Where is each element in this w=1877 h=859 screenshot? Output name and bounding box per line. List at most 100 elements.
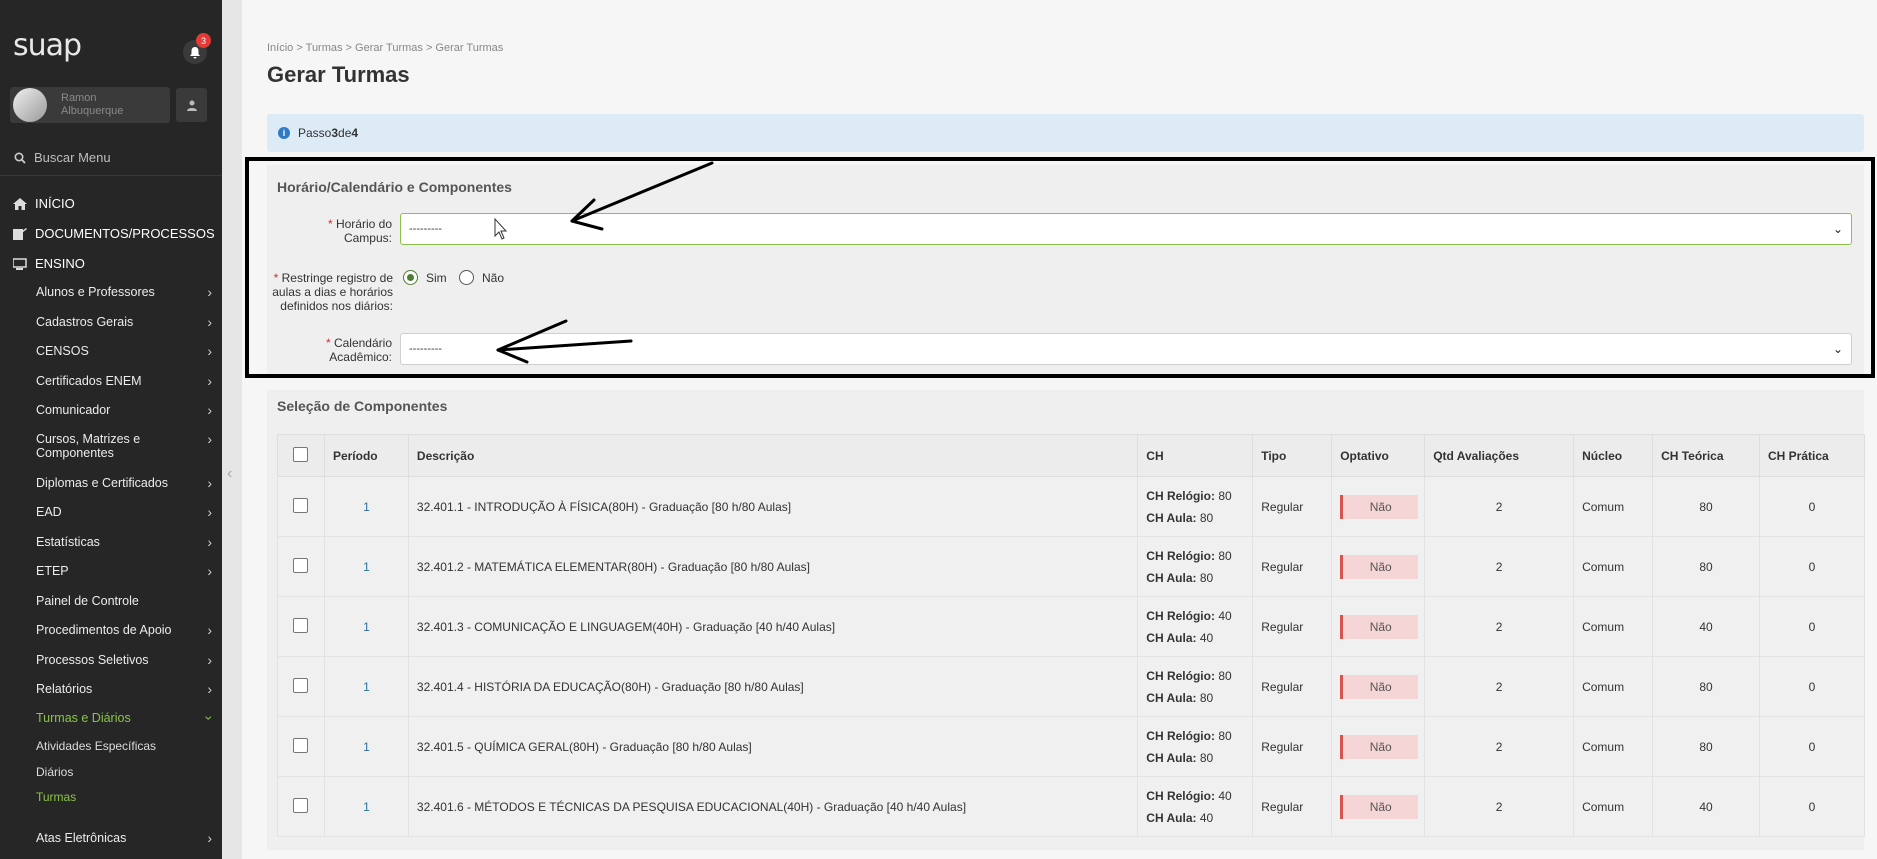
periodo-cell: 1 — [323, 656, 409, 717]
nav-ead[interactable]: EAD › — [36, 505, 212, 519]
ch-cell: CH Relógio: 80 CH Aula: 80 — [1137, 536, 1254, 597]
chevron-right-icon: › — [207, 314, 212, 330]
nav-cadastros-gerais[interactable]: Cadastros Gerais › — [36, 315, 212, 329]
user-menu-button[interactable] — [176, 88, 207, 122]
nav-diarios[interactable]: Diários — [36, 765, 73, 779]
optativo-cell: Não — [1331, 656, 1426, 717]
qtd-cell: 2 — [1424, 596, 1575, 657]
avatar — [13, 88, 47, 122]
chevron-right-icon: › — [207, 534, 212, 550]
nucleo-cell: Comum — [1573, 476, 1654, 537]
table-row[interactable]: 1 32.401.2 - MATEMÁTICA ELEMENTAR(80H) - … — [277, 536, 1865, 597]
user-icon — [186, 100, 197, 111]
optativo-badge: Não — [1340, 554, 1419, 579]
breadcrumb[interactable]: Início > Turmas > Gerar Turmas > Gerar T… — [267, 42, 503, 54]
descricao-cell: 32.401.3 - COMUNICAÇÃO E LINGUAGEM(40H) … — [407, 596, 1139, 657]
descricao-cell: 32.401.6 - MÉTODOS E TÉCNICAS DA PESQUIS… — [407, 776, 1139, 837]
descricao-cell: 32.401.5 - QUÍMICA GERAL(80H) - Graduaçã… — [407, 716, 1139, 777]
nav-painel-controle[interactable]: Painel de Controle — [36, 594, 212, 608]
annotation-highlight-box — [245, 157, 1875, 378]
search-label: Buscar Menu — [34, 150, 111, 165]
periodo-cell: 1 — [323, 476, 409, 537]
nav-cursos-matrizes[interactable]: Cursos, Matrizes e Componentes › — [36, 432, 212, 460]
chevron-right-icon: › — [207, 475, 212, 491]
nav-estatisticas[interactable]: Estatísticas › — [36, 535, 212, 549]
row-checkbox[interactable] — [293, 797, 309, 813]
optativo-cell: Não — [1331, 716, 1426, 777]
ch-teorica-cell: 80 — [1652, 476, 1760, 537]
row-checkbox[interactable] — [293, 497, 309, 513]
row-checkbox[interactable] — [293, 557, 309, 573]
step-alert: i Passo 3 de 4 — [267, 114, 1864, 152]
row-checkbox[interactable] — [293, 737, 309, 753]
chevron-right-icon: › — [207, 402, 212, 418]
sidebar-collapse-handle[interactable]: ‹ — [222, 0, 242, 859]
info-icon: i — [278, 127, 290, 139]
chevron-left-icon: ‹ — [227, 465, 233, 482]
menu-search[interactable]: Buscar Menu — [14, 150, 111, 165]
nav-atividades-especificas[interactable]: Atividades Específicas — [36, 739, 156, 753]
nucleo-cell: Comum — [1573, 596, 1654, 657]
table-row[interactable]: 1 32.401.4 - HISTÓRIA DA EDUCAÇÃO(80H) - … — [277, 656, 1865, 717]
componentes-table: Período Descrição CH Tipo Optativo Qtd A… — [277, 434, 1865, 837]
nucleo-cell: Comum — [1573, 716, 1654, 777]
row-checkbox[interactable] — [293, 617, 309, 633]
periodo-cell: 1 — [323, 536, 409, 597]
nav-diplomas-certificados[interactable]: Diplomas e Certificados › — [36, 476, 212, 490]
nav-processos-seletivos[interactable]: Processos Seletivos › — [36, 653, 212, 667]
nav-relatorios[interactable]: Relatórios › — [36, 682, 212, 696]
tipo-cell: Regular — [1252, 596, 1333, 657]
nav-etep[interactable]: ETEP › — [36, 564, 212, 578]
chevron-right-icon: › — [207, 830, 212, 846]
nav-turmas-diarios[interactable]: Turmas e Diários › — [36, 711, 218, 725]
ch-teorica-cell: 80 — [1652, 716, 1760, 777]
nav-documentos-processos[interactable]: DOCUMENTOS/PROCESSOS — [13, 226, 215, 241]
nav-comunicador[interactable]: Comunicador › — [36, 403, 212, 417]
chevron-right-icon: › — [207, 343, 212, 359]
ch-pratica-cell: 0 — [1759, 656, 1865, 717]
col-ch-pratica: CH Prática — [1759, 434, 1865, 477]
ch-pratica-cell: 0 — [1759, 776, 1865, 837]
nav-censos[interactable]: CENSOS › — [36, 344, 212, 358]
select-all-checkbox[interactable] — [293, 446, 309, 462]
chevron-right-icon: › — [207, 622, 212, 638]
nav-certificados-enem[interactable]: Certificados ENEM › — [36, 374, 212, 388]
qtd-cell: 2 — [1424, 476, 1575, 537]
selecao-componentes-panel: Seleção de Componentes Período Descrição… — [267, 390, 1865, 850]
optativo-badge: Não — [1340, 614, 1419, 639]
table-row[interactable]: 1 32.401.5 - QUÍMICA GERAL(80H) - Graduaç… — [277, 716, 1865, 777]
ch-cell: CH Relógio: 40 CH Aula: 40 — [1137, 776, 1254, 837]
tipo-cell: Regular — [1252, 716, 1333, 777]
table-row[interactable]: 1 32.401.6 - MÉTODOS E TÉCNICAS DA PESQUI… — [277, 776, 1865, 837]
document-icon — [13, 227, 27, 240]
nav-alunos-professores[interactable]: Alunos e Professores › — [36, 285, 212, 299]
descricao-cell: 32.401.1 - INTRODUÇÃO À FÍSICA(80H) - Gr… — [407, 476, 1139, 537]
ch-pratica-cell: 0 — [1759, 476, 1865, 537]
qtd-cell: 2 — [1424, 656, 1575, 717]
user-profile[interactable]: Ramon Albuquerque — [10, 87, 170, 123]
chevron-right-icon: › — [207, 373, 212, 389]
optativo-cell: Não — [1331, 776, 1426, 837]
nucleo-cell: Comum — [1573, 536, 1654, 597]
descricao-cell: 32.401.4 - HISTÓRIA DA EDUCAÇÃO(80H) - G… — [407, 656, 1139, 717]
tipo-cell: Regular — [1252, 476, 1333, 537]
suap-logo[interactable]: suap — [13, 28, 82, 63]
nav-inicio[interactable]: INÍCIO — [13, 196, 75, 211]
nav-ensino[interactable]: ENSINO — [13, 256, 85, 271]
nav-turmas[interactable]: Turmas — [36, 790, 76, 804]
qtd-cell: 2 — [1424, 536, 1575, 597]
notifications-bell-icon[interactable]: 3 — [183, 33, 211, 64]
col-ch-teorica: CH Teórica — [1652, 434, 1760, 477]
table-row[interactable]: 1 32.401.1 - INTRODUÇÃO À FÍSICA(80H) - G… — [277, 476, 1865, 537]
row-checkbox[interactable] — [293, 677, 309, 693]
tipo-cell: Regular — [1252, 656, 1333, 717]
nav-procedimentos-apoio[interactable]: Procedimentos de Apoio › — [36, 623, 212, 637]
nav-atas-eletronicas[interactable]: Atas Eletrônicas › — [36, 831, 212, 845]
ch-cell: CH Relógio: 40 CH Aula: 40 — [1137, 596, 1254, 657]
sidebar-divider — [0, 175, 222, 176]
main-content: Início > Turmas > Gerar Turmas > Gerar T… — [242, 0, 1877, 859]
col-optativo: Optativo — [1331, 434, 1426, 477]
col-periodo: Período — [323, 434, 409, 477]
table-row[interactable]: 1 32.401.3 - COMUNICAÇÃO E LINGUAGEM(40H)… — [277, 596, 1865, 657]
optativo-badge: Não — [1340, 674, 1419, 699]
